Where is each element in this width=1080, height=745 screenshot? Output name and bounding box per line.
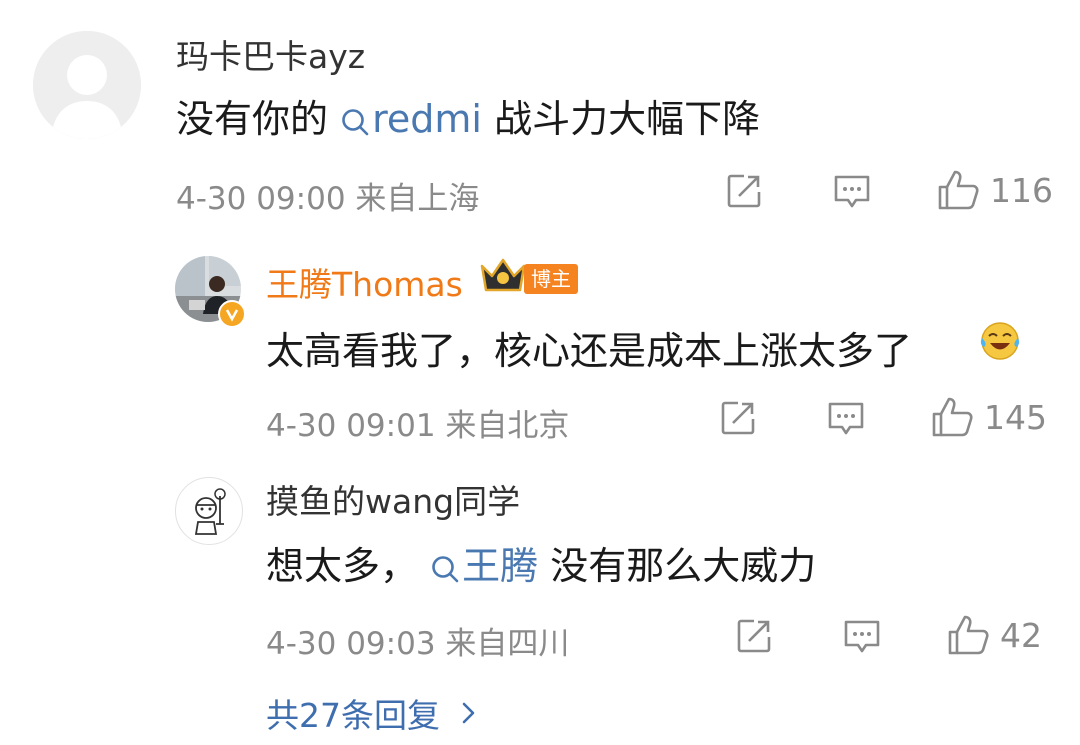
- like-icon: [938, 170, 979, 210]
- reply-text-after: 没有那么大威力: [550, 544, 817, 588]
- like-button[interactable]: 145: [930, 395, 1047, 439]
- comment-text-before: 没有你的: [176, 97, 329, 141]
- share-icon: [737, 619, 771, 653]
- reply-time: 4-30 09:03: [266, 626, 436, 662]
- comment-icon: [828, 402, 864, 435]
- like-icon: [948, 615, 989, 655]
- topic-link-label: redmi: [372, 97, 482, 141]
- reply-username[interactable]: 摸鱼的wang同学: [266, 475, 520, 523]
- more-replies-link[interactable]: 共27条回复: [266, 689, 484, 737]
- like-count: 145: [984, 397, 1047, 437]
- share-icon: [727, 174, 761, 208]
- comment-icon: [834, 175, 870, 208]
- more-replies-label: 共27条回复: [266, 696, 440, 735]
- blogger-badge: 博主: [524, 264, 578, 294]
- like-count: 42: [1000, 615, 1042, 655]
- comment-button[interactable]: [842, 616, 882, 656]
- reply-text: 想太多， 王腾 没有那么大威力: [266, 535, 816, 590]
- share-icon: [721, 401, 755, 435]
- topic-link-label: 王腾: [462, 544, 539, 588]
- search-icon: [432, 555, 459, 582]
- share-button[interactable]: [734, 616, 774, 656]
- comment-text-after: 战斗力大幅下降: [494, 97, 761, 141]
- user-avatar[interactable]: [33, 31, 141, 139]
- like-icon: [932, 397, 973, 437]
- reply-text-before: 想太多，: [266, 544, 419, 588]
- like-count: 116: [990, 170, 1053, 210]
- comment-icon: [844, 620, 880, 653]
- reply-meta: 4-30 09:03 来自四川: [266, 618, 569, 663]
- verified-icon: [218, 300, 246, 328]
- reply-username[interactable]: 王腾Thomas: [266, 258, 463, 306]
- reply-avatar[interactable]: [175, 477, 243, 545]
- comment-text: 没有你的 redmi 战斗力大幅下降: [176, 88, 760, 143]
- reply-meta: 4-30 09:01 来自北京: [266, 400, 569, 445]
- share-button[interactable]: [724, 171, 764, 211]
- comment-button[interactable]: [826, 398, 866, 438]
- comment-time: 4-30 09:00: [176, 181, 346, 217]
- like-button[interactable]: 116: [936, 168, 1053, 212]
- blogger-badge-label: 博主: [524, 264, 578, 294]
- comment-button[interactable]: [832, 171, 872, 211]
- topic-link[interactable]: redmi: [340, 97, 482, 141]
- topic-link[interactable]: 王腾: [430, 544, 538, 588]
- default-avatar-icon: [33, 31, 141, 139]
- crown-icon: [478, 256, 528, 296]
- comment-meta: 4-30 09:00 来自上海: [176, 173, 479, 218]
- like-button[interactable]: 42: [946, 613, 1042, 657]
- cartoon-avatar-icon: [194, 488, 226, 535]
- chevron-right-icon: [462, 702, 475, 724]
- reply-text: 太高看我了，核心还是成本上涨太多了: [266, 320, 912, 375]
- search-icon: [342, 108, 369, 135]
- reply-time: 4-30 09:01: [266, 408, 436, 444]
- share-button[interactable]: [718, 398, 758, 438]
- comment-username[interactable]: 玛卡巴卡ayz: [176, 30, 365, 78]
- laugh-cry-emoji: [978, 320, 1022, 362]
- reply-text-content: 太高看我了，核心还是成本上涨太多了: [266, 329, 913, 373]
- reply-location: 来自四川: [445, 626, 570, 662]
- reply-location: 来自北京: [445, 408, 570, 444]
- comment-location: 来自上海: [355, 181, 480, 217]
